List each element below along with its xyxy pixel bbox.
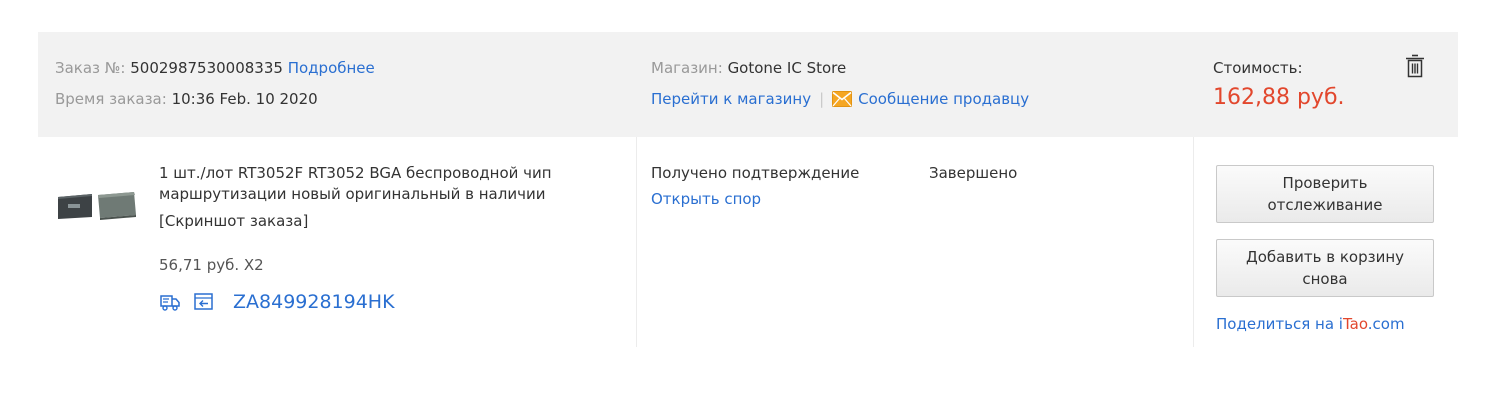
share-suffix: .com [1367, 315, 1405, 333]
tracking-row: ZA849928194HK [159, 291, 629, 313]
order-total-price: 162,88 руб. [1213, 85, 1345, 110]
store-name: Gotone IC Store [727, 59, 847, 77]
order-card: Заказ №: 5002987530008335 Подробнее Врем… [38, 32, 1458, 347]
goto-store-link[interactable]: Перейти к магазину [651, 90, 811, 108]
order-cost: Стоимость: 162,88 руб. [1213, 58, 1345, 111]
order-header: Заказ №: 5002987530008335 Подробнее Врем… [38, 32, 1458, 137]
column-divider [1193, 137, 1194, 347]
order-item-row: 1 шт./лот RT3052F RT3052 BGA беспроводно… [38, 137, 1458, 347]
tracking-number[interactable]: ZA849928194HK [233, 291, 395, 313]
share-prefix: Поделиться на [1216, 315, 1339, 333]
add-to-cart-again-button[interactable]: Добавить в корзину снова [1216, 239, 1434, 297]
message-seller-link[interactable]: Сообщение продавцу [858, 90, 1029, 108]
product-image[interactable] [52, 167, 142, 233]
confirmation-status: Получено подтверждение [651, 164, 860, 182]
order-number: 5002987530008335 [130, 59, 283, 77]
order-time: 10:36 Feb. 10 2020 [171, 90, 318, 108]
order-snapshot-link[interactable]: [Скриншот заказа] [159, 211, 629, 232]
check-tracking-button[interactable]: Проверить отслеживание [1216, 165, 1434, 223]
delivery-truck-icon[interactable] [159, 292, 181, 312]
open-dispute-link[interactable]: Открыть спор [651, 189, 761, 210]
share-tao: Tao [1342, 315, 1368, 333]
cost-label: Стоимость: [1213, 59, 1303, 77]
link-separator: | [819, 90, 825, 108]
order-number-line: Заказ №: 5002987530008335 Подробнее [55, 58, 375, 78]
mail-icon[interactable] [832, 91, 853, 112]
order-meta: Заказ №: 5002987530008335 Подробнее Врем… [55, 58, 375, 109]
order-details-link[interactable]: Подробнее [288, 59, 375, 77]
order-number-label: Заказ №: [55, 59, 131, 77]
order-status: Получено подтверждение Открыть спор [651, 163, 859, 210]
column-divider [636, 137, 637, 347]
store-links: Перейти к магазину | Сообщение продавцу [651, 89, 1029, 112]
product-info: 1 шт./лот RT3052F RT3052 BGA беспроводно… [159, 163, 629, 313]
share-itao-link[interactable]: Поделиться на iTao.com [1216, 315, 1434, 333]
order-time-line: Время заказа: 10:36 Feb. 10 2020 [55, 89, 375, 109]
order-actions: Проверить отслеживание Добавить в корзин… [1216, 165, 1434, 333]
trash-icon[interactable] [1404, 53, 1426, 79]
order-state: Завершено [929, 164, 1018, 182]
store-label: Магазин: [651, 59, 728, 77]
store-line: Магазин: Gotone IC Store [651, 58, 1029, 78]
store-meta: Магазин: Gotone IC Store Перейти к магаз… [651, 58, 1029, 112]
product-title[interactable]: 1 шт./лот RT3052F RT3052 BGA беспроводно… [159, 163, 629, 205]
order-time-label: Время заказа: [55, 90, 172, 108]
product-price-quantity: 56,71 руб. X2 [159, 256, 264, 274]
return-icon[interactable] [193, 292, 215, 312]
